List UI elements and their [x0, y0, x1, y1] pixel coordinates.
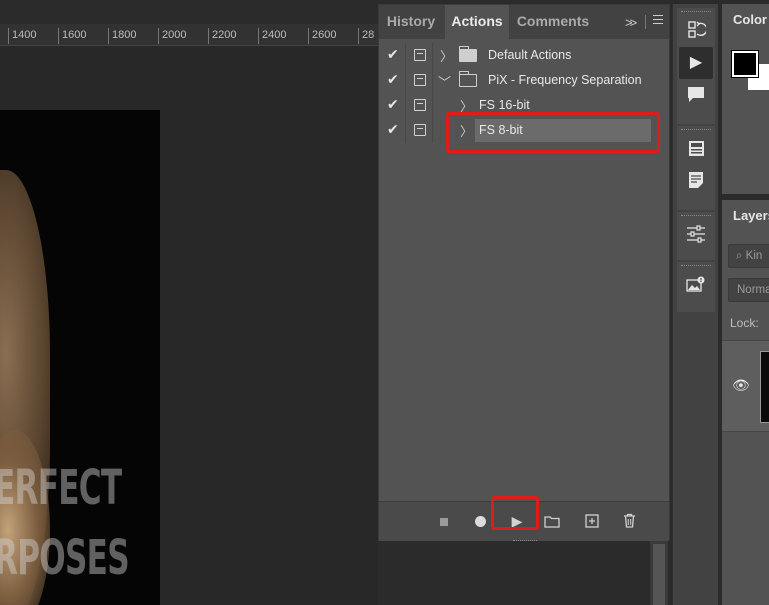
eye-icon[interactable]: 👁 [732, 377, 750, 394]
annotation-highlight-play-button [491, 496, 539, 530]
action-label: FS 16-bit [479, 98, 530, 112]
panel-tabbar: History Actions Comments >> [379, 5, 669, 39]
portrait-photo: ERFECT RPOSES [0, 110, 160, 605]
dialog-toggle-cell[interactable] [406, 118, 433, 143]
hamburger-icon[interactable] [653, 15, 663, 27]
chevron-down-icon[interactable]: ﹀ [438, 72, 451, 91]
ruler-tick: 2600 [308, 28, 336, 44]
color-panel-title[interactable]: Color [733, 12, 767, 27]
toggle-item-cell[interactable]: ✔ [379, 118, 406, 143]
checkmark-icon: ✔ [387, 71, 399, 87]
tool-group [677, 212, 715, 260]
document-canvas[interactable]: ERFECT RPOSES [0, 46, 378, 605]
scrollbar-thumb[interactable] [653, 544, 665, 605]
open-folder-icon [459, 71, 477, 87]
stop-icon[interactable] [432, 510, 456, 532]
tab-comments[interactable]: Comments [511, 5, 595, 39]
ruler-tick: 28 [358, 28, 374, 44]
actions-panel: History Actions Comments >> ✔ 〉 Default … [378, 4, 670, 543]
checkmark-icon: ✔ [387, 46, 399, 62]
tool-group [677, 126, 715, 210]
ruler-tick: 1400 [8, 28, 36, 44]
play-icon[interactable]: ▶ [679, 47, 713, 79]
vertical-scrollbar[interactable] [650, 540, 668, 605]
dialog-toggle-cell[interactable] [406, 43, 433, 68]
panel-icon-strip: ▶ [672, 4, 718, 605]
document-tab-area [0, 0, 378, 24]
chevron-right-icon[interactable]: 〉 [440, 46, 453, 65]
ruler-tick: 2200 [208, 28, 236, 44]
action-set-row[interactable]: ✔ 〉 Default Actions [379, 43, 655, 68]
toggle-item-cell[interactable]: ✔ [379, 43, 406, 68]
layers-panel-title[interactable]: Layers [733, 208, 769, 223]
toggle-item-cell[interactable]: ✔ [379, 68, 406, 93]
collapse-panel-icon[interactable]: >> [625, 15, 637, 30]
photo-overlay-text: RPOSES [0, 530, 130, 586]
tool-group [677, 262, 715, 312]
photo-overlay-text: ERFECT [0, 460, 122, 516]
action-set-label: Default Actions [488, 48, 572, 62]
foreground-color-swatch[interactable] [731, 50, 759, 78]
dialog-toggle-cell[interactable] [406, 68, 433, 93]
dialog-toggle-icon [414, 49, 426, 61]
lock-label: Lock: [730, 316, 759, 330]
panel-resize-grip[interactable] [513, 540, 537, 543]
checkmark-icon: ✔ [387, 96, 399, 112]
layer-filter-label: Kin [745, 250, 763, 262]
new-action-icon[interactable] [580, 510, 604, 532]
ruler-tick: 1800 [108, 28, 136, 44]
comment-icon[interactable] [679, 79, 713, 111]
dialog-toggle-icon [414, 124, 426, 136]
layer-filter-input[interactable]: ⌕ Kin [728, 244, 769, 268]
action-set-row[interactable]: ✔ ﹀ PiX - Frequency Separation [379, 68, 655, 93]
color-panel: Color [722, 4, 769, 194]
folder-icon[interactable] [540, 510, 564, 532]
horizontal-ruler: 1400 1600 1800 2000 2200 2400 2600 28 [0, 24, 378, 46]
adjustments-icon[interactable] [679, 219, 713, 251]
annotation-highlight-selected-action [446, 112, 660, 153]
properties-icon[interactable] [679, 133, 713, 165]
dialog-toggle-icon [414, 74, 426, 86]
ruler-tick: 2000 [158, 28, 186, 44]
dialog-toggle-cell[interactable] [406, 93, 433, 118]
notes-icon[interactable] [679, 165, 713, 197]
action-set-label: PiX - Frequency Separation [488, 73, 642, 87]
tab-history[interactable]: History [379, 5, 443, 39]
dialog-toggle-icon [414, 99, 426, 111]
image-badge-icon[interactable] [679, 269, 713, 301]
folder-icon [459, 46, 477, 62]
layer-row[interactable]: 👁 [722, 340, 769, 432]
ruler-tick: 2400 [258, 28, 286, 44]
blend-mode-select[interactable]: Norma [728, 278, 769, 302]
checkmark-icon: ✔ [387, 121, 399, 137]
layers-panel: Layers ⌕ Kin Norma Lock: 👁 [722, 200, 769, 605]
right-panel-column: Color Layers ⌕ Kin Norma Lock: 👁 [722, 4, 769, 605]
trash-icon[interactable] [617, 510, 641, 532]
ruler-tick: 1600 [58, 28, 86, 44]
record-icon[interactable] [468, 510, 492, 532]
search-icon: ⌕ [736, 250, 743, 262]
tab-divider [645, 15, 646, 29]
tab-actions[interactable]: Actions [445, 5, 509, 39]
toggle-item-cell[interactable]: ✔ [379, 93, 406, 118]
history-brush-icon[interactable] [679, 15, 713, 47]
tool-group: ▶ [677, 8, 715, 124]
layer-thumbnail [760, 351, 769, 423]
